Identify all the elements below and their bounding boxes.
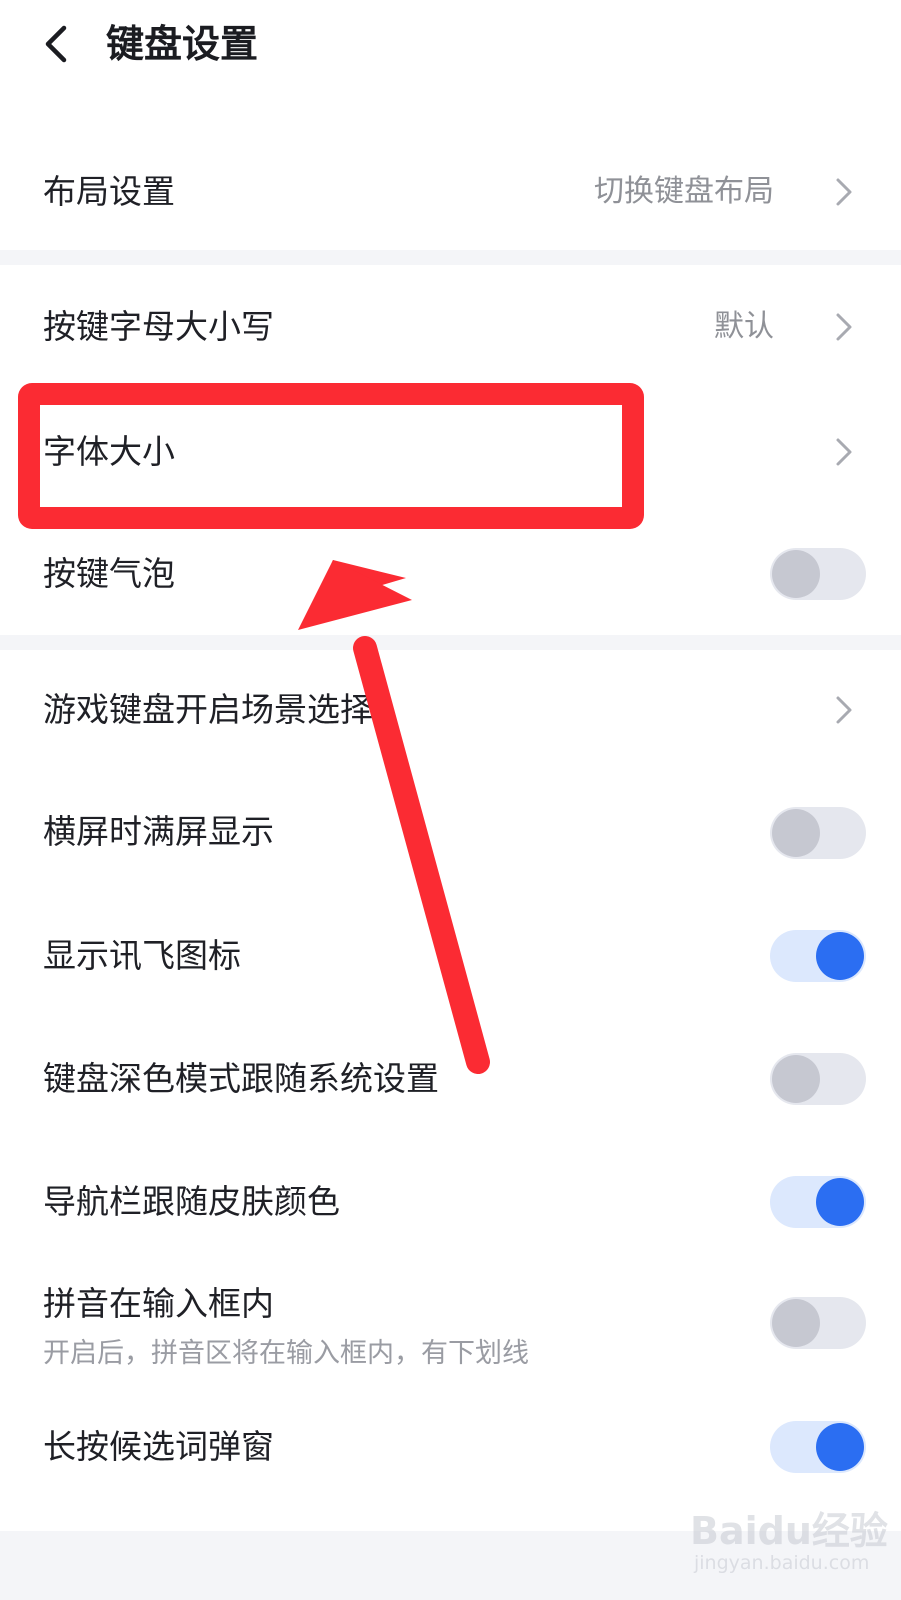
page-title: 键盘设置 [106,22,259,66]
row-label: 拼音在输入框内 [43,1284,274,1323]
longpress-popup-toggle[interactable] [770,1421,866,1473]
row-label: 长按候选词弹窗 [43,1427,274,1466]
settings-row-longpress-popup: 长按候选词弹窗 [0,1385,901,1507]
chevron-right-icon [836,178,852,206]
toggle-knob [816,932,864,980]
chevron-right-icon [836,696,852,724]
row-label: 游戏键盘开启场景选择 [43,690,373,729]
watermark-logo: Baidu经验 [690,1509,888,1553]
show-icon-toggle[interactable] [770,930,866,982]
watermark-url: jingyan.baidu.com [694,1552,870,1574]
toggle-knob [772,550,820,598]
chevron-right-icon [836,313,852,341]
row-value: 默认 [714,309,774,344]
row-label: 横屏时满屏显示 [43,812,274,851]
toggle-knob [772,809,820,857]
row-label: 导航栏跟随皮肤颜色 [43,1182,340,1221]
settings-row-key-bubble: 按键气泡 [0,515,901,635]
row-value: 切换键盘布局 [594,174,774,209]
row-label: 字体大小 [43,432,175,471]
settings-row-pinyin-inline: 拼音在输入框内 开启后，拼音区将在输入框内，有下划线 [0,1260,901,1385]
toggle-knob [772,1299,820,1347]
row-label: 键盘深色模式跟随系统设置 [43,1059,439,1098]
settings-row-navbar-skin: 导航栏跟随皮肤颜色 [0,1138,901,1260]
landscape-fullscreen-toggle[interactable] [770,807,866,859]
pinyin-inline-toggle[interactable] [770,1297,866,1349]
navbar-skin-toggle[interactable] [770,1176,866,1228]
settings-row-layout[interactable]: 布局设置 切换键盘布局 [0,140,901,250]
row-description: 开启后，拼音区将在输入框内，有下划线 [43,1338,529,1369]
section-divider [0,250,901,265]
row-label: 布局设置 [43,172,175,211]
settings-row-show-icon: 显示讯飞图标 [0,894,901,1016]
toggle-knob [816,1423,864,1471]
settings-row-font-size[interactable]: 字体大小 [0,390,901,515]
dark-mode-toggle[interactable] [770,1053,866,1105]
settings-row-game-keyboard[interactable]: 游戏键盘开启场景选择 [0,650,901,772]
settings-row-dark-mode: 键盘深色模式跟随系统设置 [0,1016,901,1138]
chevron-left-icon[interactable] [38,22,74,66]
baidu-watermark: Baidu经验 jingyan.baidu.com [690,1500,890,1590]
settings-row-key-case[interactable]: 按键字母大小写 默认 [0,265,901,390]
toggle-knob [772,1055,820,1103]
chevron-right-icon [836,438,852,466]
app-header: 键盘设置 [0,0,901,95]
row-label: 按键字母大小写 [43,307,274,346]
row-label: 按键气泡 [43,554,175,593]
settings-row-landscape-fullscreen: 横屏时满屏显示 [0,772,901,894]
section-divider [0,635,901,650]
toggle-knob [816,1178,864,1226]
key-bubble-toggle[interactable] [770,548,866,600]
row-label: 显示讯飞图标 [43,936,241,975]
